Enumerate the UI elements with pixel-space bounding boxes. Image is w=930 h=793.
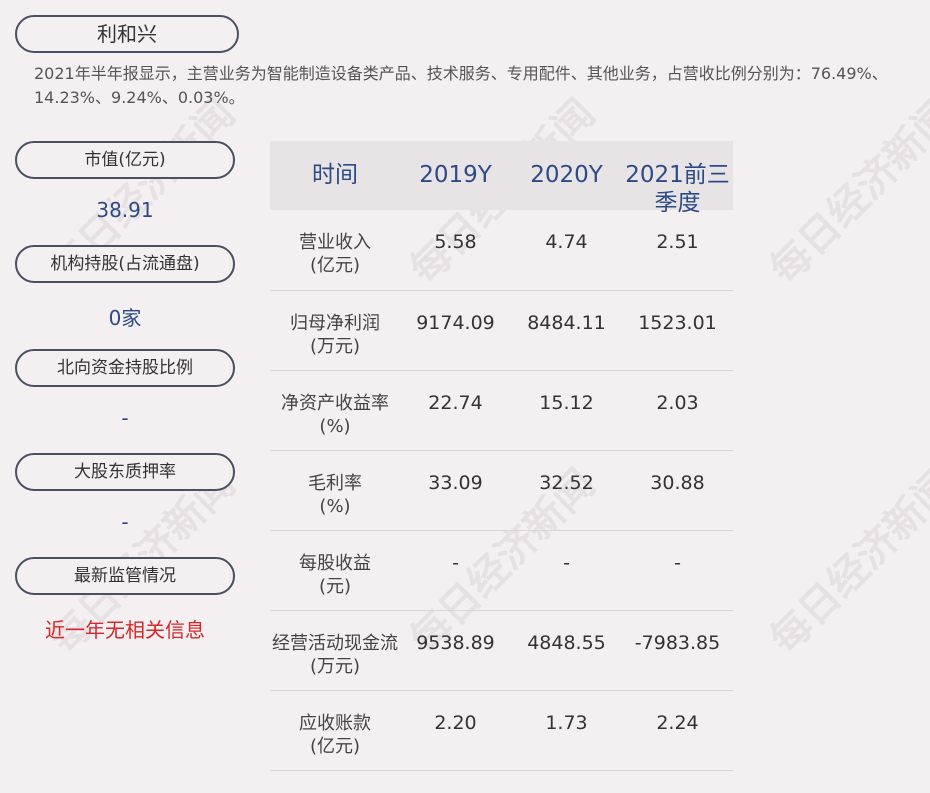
cell-value: 2.51 bbox=[656, 231, 699, 253]
cell-value: 22.74 bbox=[428, 392, 483, 414]
cell-value: 2.24 bbox=[656, 712, 699, 734]
cell-value: 2.20 bbox=[434, 712, 477, 734]
header-2019: 2019Y bbox=[419, 162, 492, 188]
watermark-text: 每日经济新闻 bbox=[761, 460, 930, 663]
row-label: 每股收益 (元) bbox=[299, 553, 371, 597]
regulation-label: 最新监管情况 bbox=[15, 557, 235, 595]
cell-value: 4.74 bbox=[545, 231, 588, 253]
cell-value: -7983.85 bbox=[634, 632, 721, 654]
watermark-text: 每日经济新闻 bbox=[761, 90, 930, 293]
institution-holding-label: 机构持股(占流通盘) bbox=[15, 245, 235, 283]
cell-value: 2.03 bbox=[656, 392, 699, 414]
table-header: 时间 2019Y 2020Y 2021前三季度 bbox=[270, 141, 733, 216]
company-name: 利和兴 bbox=[15, 15, 239, 53]
business-summary: 2021年半年报显示，主营业务为智能制造设备类产品、技术服务、专用配件、其他业务… bbox=[34, 64, 888, 107]
row-label: 归母净利润 (万元) bbox=[290, 313, 380, 357]
northbound-holding-label: 北向资金持股比例 bbox=[15, 349, 235, 387]
pledge-rate-label: 大股东质押率 bbox=[15, 453, 235, 491]
row-label: 毛利率 (%) bbox=[308, 473, 362, 517]
market-cap-label: 市值(亿元) bbox=[15, 141, 235, 179]
cell-value: - bbox=[674, 552, 681, 574]
cell-value: 5.58 bbox=[434, 231, 477, 253]
pledge-rate-value: - bbox=[121, 510, 129, 534]
northbound-holding-value: - bbox=[121, 406, 129, 430]
cell-value: 9538.89 bbox=[416, 632, 495, 654]
row-label: 净资产收益率 (%) bbox=[281, 393, 389, 437]
table-row: 净资产收益率 (%) 22.74 15.12 2.03 bbox=[270, 371, 733, 451]
cell-value: 15.12 bbox=[539, 392, 594, 414]
table-row: 营业收入 (亿元) 5.58 4.74 2.51 bbox=[270, 210, 733, 291]
cell-value: - bbox=[452, 552, 459, 574]
table-row: 经营活动现金流 (万元) 9538.89 4848.55 -7983.85 bbox=[270, 611, 733, 691]
row-label: 营业收入 (亿元) bbox=[299, 232, 371, 276]
financial-table: 时间 2019Y 2020Y 2021前三季度 营业收入 (亿元) 5.58 4.… bbox=[270, 141, 733, 771]
institution-holding-value: 0家 bbox=[108, 306, 142, 330]
header-2021q3: 2021前三季度 bbox=[625, 162, 730, 216]
regulation-value: 近一年无相关信息 bbox=[45, 618, 205, 642]
cell-value: 1.73 bbox=[545, 712, 588, 734]
cell-value: 1523.01 bbox=[638, 312, 717, 334]
row-label: 经营活动现金流 (万元) bbox=[272, 633, 398, 677]
cell-value: - bbox=[563, 552, 570, 574]
cell-value: 4848.55 bbox=[527, 632, 606, 654]
cell-value: 8484.11 bbox=[527, 312, 606, 334]
market-cap-value: 38.91 bbox=[96, 198, 154, 222]
table-row: 应收账款 (亿元) 2.20 1.73 2.24 bbox=[270, 691, 733, 771]
row-label: 应收账款 (亿元) bbox=[299, 713, 371, 757]
cell-value: 30.88 bbox=[650, 472, 705, 494]
table-row: 毛利率 (%) 33.09 32.52 30.88 bbox=[270, 451, 733, 531]
table-row: 归母净利润 (万元) 9174.09 8484.11 1523.01 bbox=[270, 291, 733, 371]
table-row: 每股收益 (元) - - - bbox=[270, 531, 733, 611]
cell-value: 32.52 bbox=[539, 472, 594, 494]
cell-value: 9174.09 bbox=[416, 312, 495, 334]
header-period: 时间 bbox=[312, 162, 358, 188]
cell-value: 33.09 bbox=[428, 472, 483, 494]
header-2020: 2020Y bbox=[530, 162, 603, 188]
